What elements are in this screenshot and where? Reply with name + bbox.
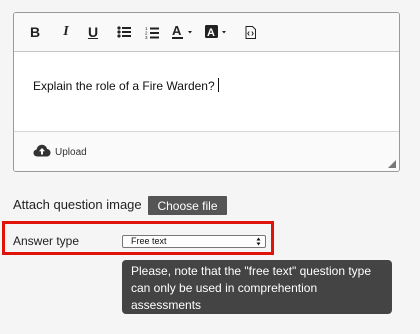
background-color-icon: A <box>205 25 226 39</box>
font-color-icon: A <box>172 24 192 39</box>
select-arrows-icon <box>256 237 261 246</box>
editor-footer: Upload <box>14 132 399 171</box>
bulleted-list-button[interactable] <box>116 22 132 42</box>
editor-toolbar: B I U 1 2 3 A A <box>14 13 399 52</box>
font-color-button[interactable]: A <box>171 22 201 42</box>
answer-type-select[interactable]: Free text <box>122 235 266 248</box>
text-caret <box>217 78 219 92</box>
numbered-list-icon: 1 2 3 <box>145 26 159 39</box>
rich-text-editor: B I U 1 2 3 A A Explain the role of a Fi… <box>13 12 400 172</box>
background-color-button[interactable]: A <box>205 22 235 42</box>
svg-text:A: A <box>172 24 182 38</box>
editor-content-area[interactable]: Explain the role of a Fire Warden? <box>14 52 399 132</box>
italic-button[interactable]: I <box>59 22 73 42</box>
svg-text:A: A <box>207 27 215 39</box>
source-icon <box>245 25 256 39</box>
upload-button[interactable]: Upload <box>33 143 87 158</box>
bold-button[interactable]: B <box>28 22 42 42</box>
bulleted-list-icon <box>117 26 131 38</box>
cloud-upload-icon <box>33 144 51 157</box>
editor-text: Explain the role of a Fire Warden? <box>33 78 219 93</box>
answer-type-tooltip: Please, note that the "free text" questi… <box>122 260 392 314</box>
answer-type-selected-value: Free text <box>131 236 167 246</box>
attach-image-label: Attach question image <box>13 197 142 212</box>
svg-text:3: 3 <box>145 35 148 39</box>
choose-file-button[interactable]: Choose file <box>148 196 227 215</box>
underline-button[interactable]: U <box>86 22 100 42</box>
answer-type-label: Answer type <box>13 234 80 248</box>
numbered-list-button[interactable]: 1 2 3 <box>144 22 160 42</box>
resize-handle-icon[interactable] <box>388 160 396 168</box>
upload-label: Upload <box>55 147 87 158</box>
source-button[interactable] <box>243 22 257 42</box>
